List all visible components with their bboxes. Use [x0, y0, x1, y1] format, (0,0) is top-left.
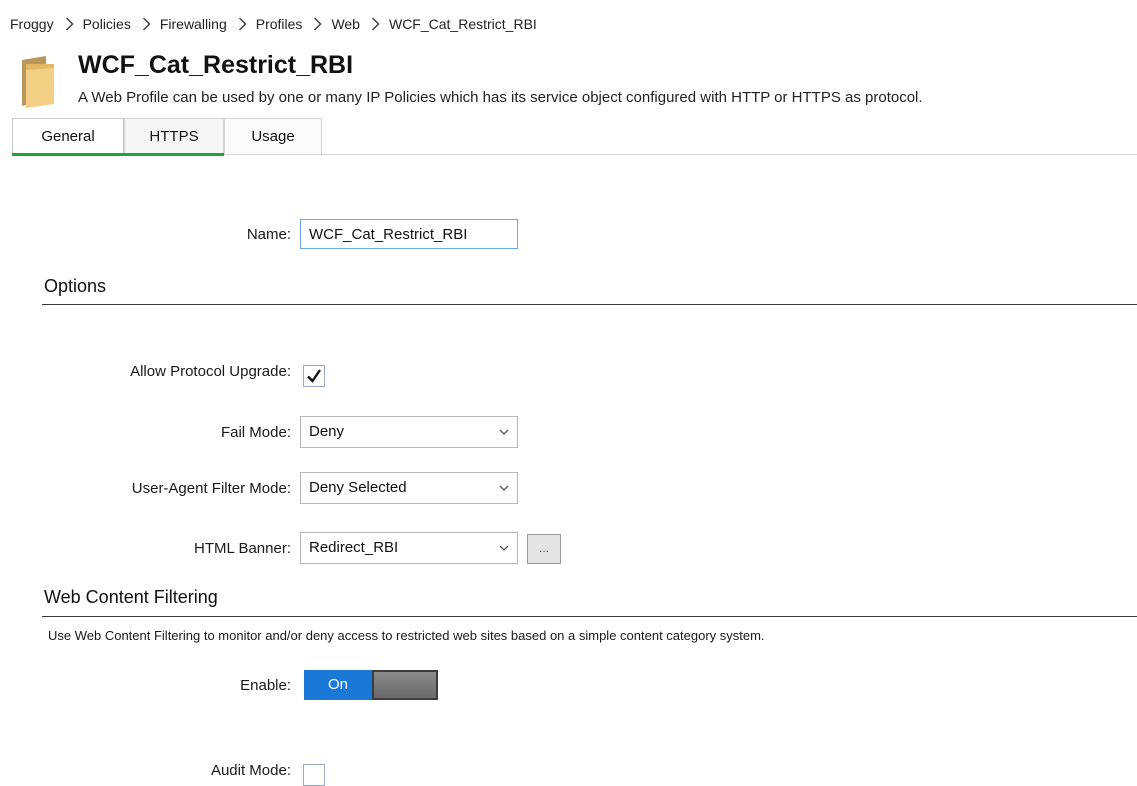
options-divider: [42, 304, 1137, 305]
page-description: A Web Profile can be used by one or many…: [78, 89, 923, 106]
toggle-knob: [372, 670, 438, 700]
audit-mode-label: Audit Mode:: [210, 762, 291, 779]
breadcrumb-item-firewalling[interactable]: Firewalling: [160, 16, 227, 32]
allow-protocol-upgrade-checkbox[interactable]: [303, 365, 325, 387]
fail-mode-value: Deny: [309, 423, 345, 440]
page-title: WCF_Cat_Restrict_RBI: [78, 51, 354, 79]
user-agent-filter-mode-value: Deny Selected: [309, 479, 407, 496]
wcf-description: Use Web Content Filtering to monitor and…: [48, 628, 765, 643]
breadcrumb-item-froggy[interactable]: Froggy: [10, 16, 54, 32]
chevron-right-icon: [313, 17, 322, 31]
audit-mode-checkbox[interactable]: [303, 764, 325, 786]
chevron-down-icon: [499, 429, 509, 435]
breadcrumb-item-policies[interactable]: Policies: [83, 16, 131, 32]
tab-usage[interactable]: Usage: [224, 118, 322, 154]
toggle-state-label: On: [304, 670, 372, 700]
html-banner-label: HTML Banner:: [194, 540, 291, 557]
enable-label: Enable:: [240, 677, 291, 694]
chevron-down-icon: [499, 545, 509, 551]
user-agent-filter-mode-select[interactable]: Deny Selected: [300, 472, 518, 504]
wcf-divider: [42, 616, 1137, 617]
allow-protocol-upgrade-label: Allow Protocol Upgrade:: [130, 363, 291, 380]
chevron-right-icon: [238, 17, 247, 31]
checkmark-icon: [307, 369, 321, 383]
breadcrumb: Froggy Policies Firewalling Profiles Web…: [10, 16, 537, 32]
folder-icon: [18, 56, 58, 108]
tab-https[interactable]: HTTPS: [124, 118, 224, 156]
breadcrumb-item-profiles[interactable]: Profiles: [256, 16, 303, 32]
wcf-section-title: Web Content Filtering: [44, 587, 218, 607]
fail-mode-label: Fail Mode:: [220, 424, 291, 441]
breadcrumb-item-current: WCF_Cat_Restrict_RBI: [388, 16, 537, 32]
chevron-right-icon: [371, 17, 380, 31]
chevron-right-icon: [142, 17, 151, 31]
html-banner-browse-button[interactable]: ...: [527, 534, 561, 564]
fail-mode-select[interactable]: Deny: [300, 416, 518, 448]
breadcrumb-item-web[interactable]: Web: [331, 16, 360, 32]
chevron-right-icon: [65, 17, 74, 31]
user-agent-filter-mode-label: User-Agent Filter Mode:: [131, 480, 291, 497]
name-input[interactable]: [300, 219, 518, 249]
options-section-title: Options: [44, 276, 107, 296]
name-label: Name:: [246, 226, 291, 243]
chevron-down-icon: [499, 485, 509, 491]
html-banner-value: Redirect_RBI: [309, 539, 399, 556]
enable-toggle[interactable]: On: [304, 670, 438, 700]
html-banner-select[interactable]: Redirect_RBI: [300, 532, 518, 564]
tab-general[interactable]: General: [12, 118, 124, 156]
